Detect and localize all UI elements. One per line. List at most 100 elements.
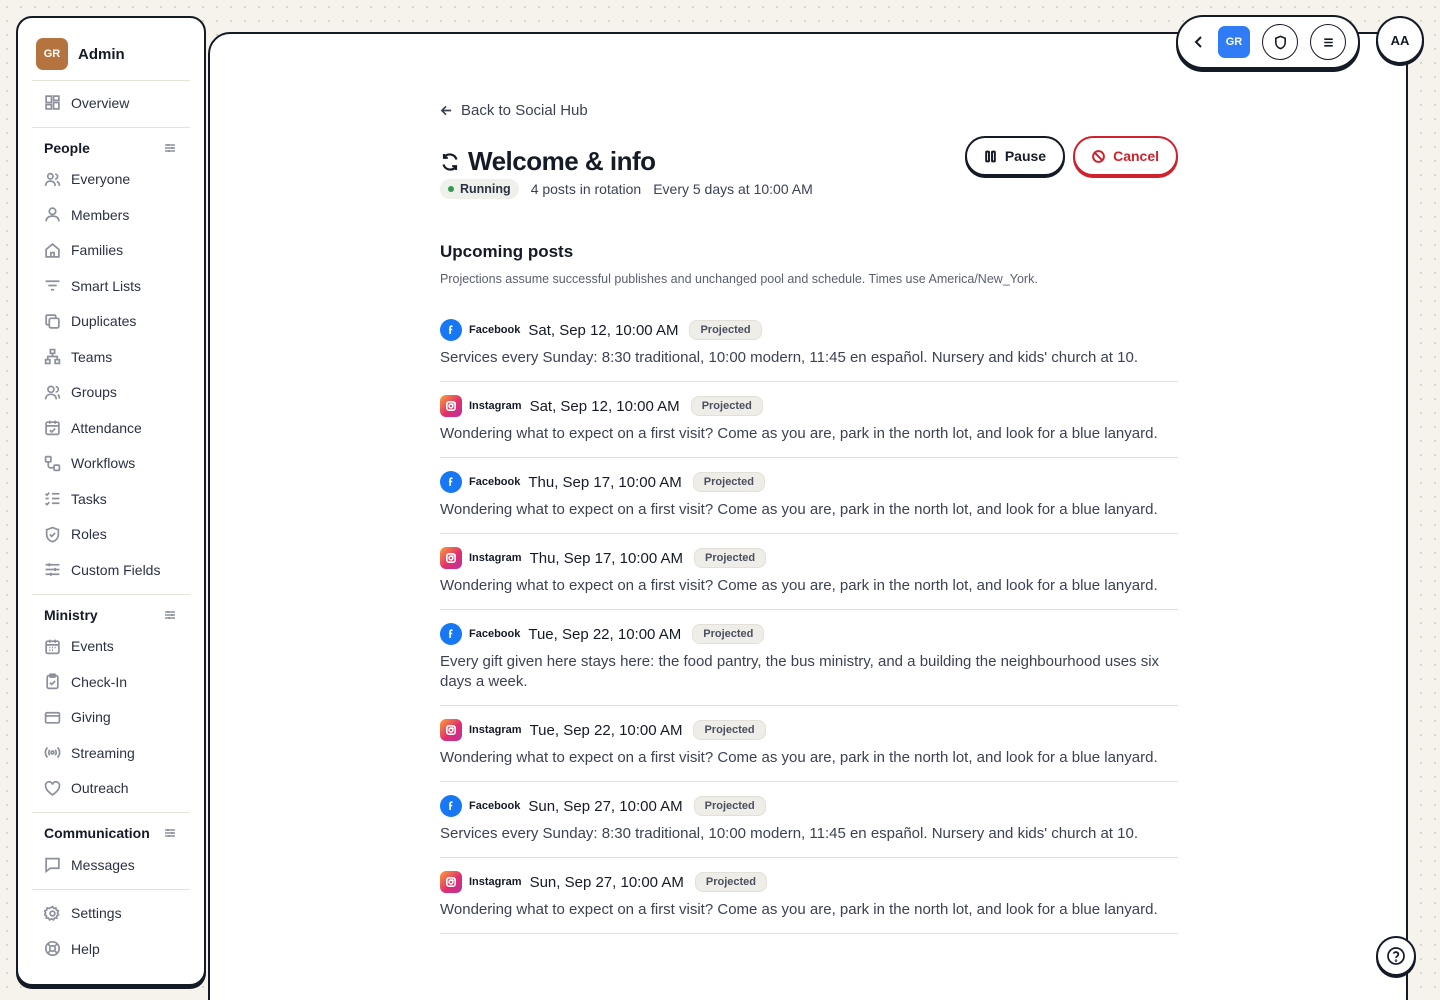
instagram-icon	[445, 724, 456, 735]
sidebar-item-settings[interactable]: Settings	[32, 896, 190, 932]
post-date: Thu, Sep 17, 10:00 AM	[529, 549, 684, 567]
sidebar-item-label: Help	[71, 940, 100, 957]
ban-icon	[1092, 149, 1105, 163]
platform-name: Instagram	[469, 552, 522, 564]
back-link-label: Back to Social Hub	[461, 101, 588, 119]
refresh-icon	[442, 152, 458, 171]
pause-button[interactable]: Pause	[964, 136, 1066, 176]
sidebar-item-families[interactable]: Families	[32, 233, 190, 269]
status-badge: Running	[440, 179, 519, 199]
org-switcher[interactable]: GR Admin	[32, 36, 190, 81]
sidebar-item-label: Roles	[71, 526, 107, 543]
sidebar-item-label: Giving	[71, 709, 111, 726]
platform-name: Facebook	[469, 476, 521, 488]
upcoming-posts-note: Projections assume successful publishes …	[440, 272, 1038, 286]
filter-lines-icon	[45, 280, 60, 291]
sidebar-item-overview[interactable]: Overview	[32, 85, 190, 121]
sliders-icon[interactable]	[164, 142, 176, 154]
title-row: Welcome & info Pause Cancel	[440, 136, 1178, 176]
facebook-badge	[440, 471, 462, 493]
sidebar-item-label: Attendance	[71, 419, 142, 436]
sidebar-item-teams[interactable]: Teams	[32, 339, 190, 375]
sidebar-item-label: Workflows	[71, 455, 136, 472]
sidebar-item-groups[interactable]: Groups	[32, 375, 190, 411]
section-title: People	[44, 139, 90, 156]
sidebar-item-members[interactable]: Members	[32, 197, 190, 233]
status-label: Running	[460, 182, 511, 196]
post-item[interactable]: Facebook Tue, Sep 22, 10:00 AM Projected Ev…	[440, 610, 1178, 706]
sidebar-item-label: Smart Lists	[71, 277, 142, 294]
post-text: Wondering what to expect on a first visi…	[440, 501, 1158, 518]
sidebar: GR Admin Overview People Everyone Member…	[16, 16, 206, 986]
home-icon	[45, 242, 60, 258]
sidebar-item-roles[interactable]: Roles	[32, 517, 190, 553]
lifebuoy-icon	[44, 941, 61, 957]
platform-name: Instagram	[469, 724, 522, 736]
page-title-text: Welcome & info	[468, 146, 656, 176]
org-badge[interactable]: GR	[1218, 26, 1250, 58]
upcoming-posts-heading: Upcoming posts	[440, 242, 574, 261]
post-item[interactable]: Instagram Thu, Sep 17, 10:00 AM Projected W…	[440, 534, 1178, 610]
post-header: Facebook Tue, Sep 22, 10:00 AM Projected	[440, 622, 1178, 646]
post-item[interactable]: Instagram Tue, Sep 22, 10:00 AM Projected W…	[440, 706, 1178, 782]
pause-button-label: Pause	[1004, 148, 1047, 164]
shield-button[interactable]	[1262, 24, 1298, 60]
post-item[interactable]: Facebook Sun, Sep 27, 10:00 AM Projected Se…	[440, 782, 1178, 858]
group-icon	[44, 385, 61, 400]
post-item[interactable]: Facebook Thu, Sep 17, 10:00 AM Projected Wo…	[440, 458, 1178, 534]
sidebar-item-label: Outreach	[71, 780, 129, 797]
rotation-count: 4 posts in rotation	[530, 181, 642, 197]
sidebar-item-custom-fields[interactable]: Custom Fields	[32, 552, 190, 588]
platform-name: Instagram	[469, 876, 522, 888]
post-item[interactable]: Instagram Sun, Sep 27, 10:00 AM Projected W…	[440, 858, 1178, 934]
sidebar-item-smart-lists[interactable]: Smart Lists	[32, 268, 190, 304]
post-item[interactable]: Facebook Sat, Sep 12, 10:00 AM Projected Se…	[440, 306, 1178, 382]
post-header: Instagram Thu, Sep 17, 10:00 AM Projected	[440, 546, 1178, 570]
sidebar-item-label: Teams	[71, 348, 113, 365]
org-avatar: GR	[36, 38, 68, 70]
facebook-icon	[449, 325, 453, 334]
post-date: Sat, Sep 12, 10:00 AM	[529, 397, 680, 415]
sidebar-item-giving[interactable]: Giving	[32, 700, 190, 736]
arrow-left-icon	[440, 105, 452, 115]
instagram-badge	[440, 547, 462, 569]
sliders-icon[interactable]	[164, 827, 176, 839]
sidebar-item-check-in[interactable]: Check-In	[32, 664, 190, 700]
facebook-icon	[449, 801, 453, 810]
shield-icon	[1274, 35, 1286, 49]
cancel-button[interactable]: Cancel	[1073, 136, 1178, 176]
menu-button[interactable]	[1310, 24, 1346, 60]
projected-badge: Projected	[692, 472, 765, 492]
calendar-check-icon	[45, 420, 60, 436]
sidebar-item-label: Families	[71, 242, 124, 259]
sidebar-item-label: Everyone	[71, 171, 131, 188]
help-button[interactable]	[1376, 936, 1416, 976]
sidebar-item-duplicates[interactable]: Duplicates	[32, 304, 190, 340]
sidebar-item-streaming[interactable]: Streaming	[32, 735, 190, 771]
chevron-left-icon[interactable]	[1192, 35, 1206, 49]
post-header: Facebook Thu, Sep 17, 10:00 AM Projected	[440, 470, 1178, 494]
main-panel: Back to Social Hub Welcome & info Pause …	[208, 32, 1408, 1000]
sidebar-item-attendance[interactable]: Attendance	[32, 410, 190, 446]
users-icon	[44, 172, 61, 186]
sidebar-item-messages[interactable]: Messages	[32, 847, 190, 883]
sidebar-item-outreach[interactable]: Outreach	[32, 771, 190, 807]
org-chart-icon	[44, 348, 61, 365]
sidebar-item-tasks[interactable]: Tasks	[32, 481, 190, 517]
sidebar-item-events[interactable]: Events	[32, 629, 190, 665]
sidebar-item-label: Messages	[71, 856, 135, 873]
platform-name: Facebook	[469, 324, 521, 336]
grid-icon	[45, 95, 60, 110]
menu-icon	[1323, 37, 1333, 47]
sidebar-item-workflows[interactable]: Workflows	[32, 446, 190, 482]
post-text: Services every Sunday: 8:30 traditional,…	[440, 825, 1138, 842]
user-avatar[interactable]: AA	[1376, 16, 1424, 64]
sidebar-item-help[interactable]: Help	[32, 931, 190, 967]
back-link[interactable]: Back to Social Hub	[440, 98, 1178, 122]
shield-check-icon	[45, 526, 60, 543]
sliders-icon[interactable]	[164, 609, 176, 621]
post-item[interactable]: Instagram Sat, Sep 12, 10:00 AM Projected W…	[440, 382, 1178, 458]
sidebar-item-label: Events	[71, 638, 114, 655]
sidebar-item-label: Custom Fields	[71, 561, 161, 578]
sidebar-item-everyone[interactable]: Everyone	[32, 162, 190, 198]
